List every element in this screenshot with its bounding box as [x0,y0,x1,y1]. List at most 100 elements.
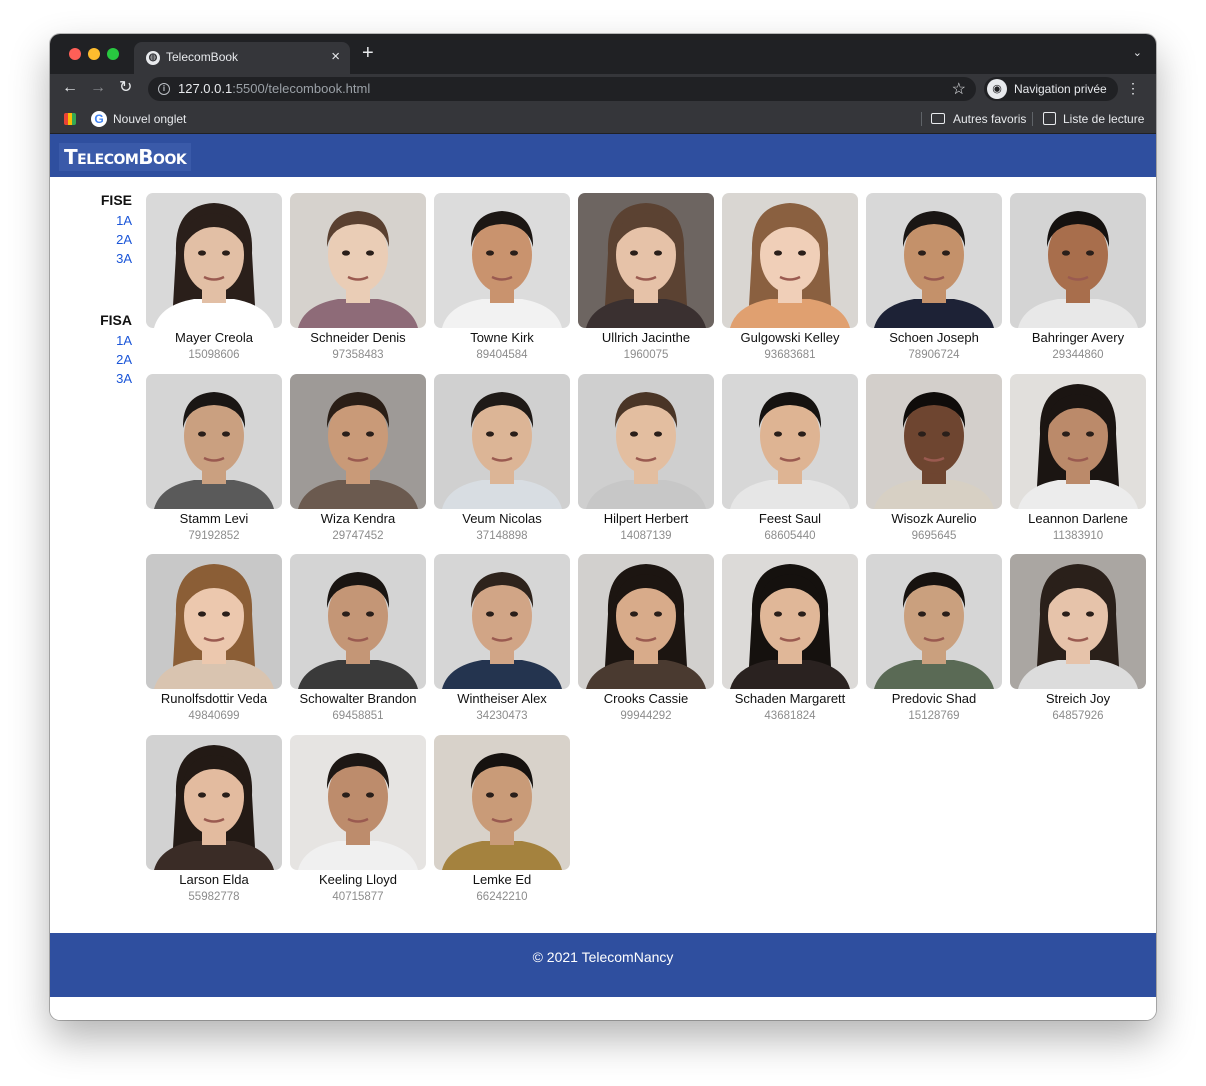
student-photo[interactable] [722,193,858,328]
student-card[interactable]: Stamm Levi 79192852 [146,373,282,554]
portrait-photo [722,554,858,690]
student-photo[interactable] [290,735,426,871]
student-card[interactable]: Schneider Denis 97358483 [290,193,426,373]
student-card[interactable]: Schaden Margarett 43681824 [722,554,858,734]
student-card[interactable]: Lemke Ed 66242210 [434,735,570,915]
profile-label: Navigation privée [1014,82,1107,96]
url-path: :5500/telecombook.html [232,81,371,96]
student-card[interactable]: Bahringer Avery 29344860 [1010,193,1146,373]
active-tab[interactable]: ◍ TelecomBook × [134,42,350,74]
student-card[interactable]: Veum Nicolas 37148898 [434,373,570,554]
bookmark-other[interactable]: Autres favoris [953,112,1026,126]
student-id: 55982778 [188,891,240,904]
student-photo[interactable] [434,193,570,328]
sidebar-link-fise-3a[interactable]: 3A [116,251,132,266]
star-icon[interactable]: ☆ [952,79,966,99]
student-photo[interactable] [146,735,282,871]
student-photo[interactable] [290,554,426,690]
portrait-photo [434,735,570,871]
student-photo[interactable] [434,373,570,509]
more-menu-icon[interactable]: ⋮ [1126,80,1140,96]
student-photo[interactable] [866,193,1002,328]
student-name: Schaden Margarett [734,691,846,707]
sidebar-link-fisa-3a[interactable]: 3A [116,371,132,386]
student-card[interactable]: Predovic Shad 15128769 [866,554,1002,734]
student-card[interactable]: Towne Kirk 89404584 [434,193,570,373]
back-arrow-icon[interactable]: ← [62,79,78,97]
student-card[interactable]: Schoen Joseph 78906724 [866,193,1002,373]
student-photo[interactable] [578,193,714,328]
sidebar-link-fisa-1a[interactable]: 1A [116,333,132,348]
student-card[interactable]: Wintheiser Alex 34230473 [434,554,570,734]
student-id: 79192852 [188,529,240,542]
forward-arrow-icon[interactable]: → [90,79,106,97]
student-photo[interactable] [722,373,858,509]
globe-icon: ◍ [146,51,160,65]
sidebar-link-fise-1a[interactable]: 1A [116,213,132,228]
new-tab-button[interactable]: + [362,43,374,63]
student-card[interactable]: Mayer Creola 15098606 [146,193,282,373]
close-icon[interactable]: × [331,48,340,65]
student-name: Bahringer Avery [1031,330,1125,345]
student-card[interactable]: Hilpert Herbert 14087139 [578,373,714,554]
student-photo[interactable] [1010,373,1146,509]
student-card[interactable]: Gulgowski Kelley 93683681 [722,193,858,373]
reload-icon[interactable]: ↻ [119,79,132,97]
bookmarks-bar: G Nouvel onglet Autres favoris Liste de … [50,104,1156,134]
student-photo[interactable] [434,735,570,871]
portrait-photo [722,193,858,328]
site-header: TelecomBook [50,134,1156,177]
student-photo[interactable] [434,554,570,690]
student-card[interactable]: Wisozk Aurelio 9695645 [866,373,1002,554]
bookmark-new-tab[interactable]: Nouvel onglet [113,112,186,126]
incognito-profile-button[interactable]: ◉ Navigation privée [984,77,1118,101]
student-photo[interactable] [722,554,858,690]
portrait-photo [866,193,1002,328]
student-photo[interactable] [1010,193,1146,328]
sidebar-group-title: FISA [100,312,132,328]
student-photo[interactable] [146,373,282,509]
student-photo[interactable] [866,373,1002,509]
student-photo[interactable] [290,373,426,509]
student-name: Predovic Shad [891,691,977,707]
portrait-photo [578,554,714,690]
student-photo[interactable] [290,193,426,328]
url-text: 127.0.0.1:5500/telecombook.html [178,81,370,96]
close-window-button[interactable] [69,48,81,60]
student-id: 15128769 [908,710,960,723]
bookmark-reading-list[interactable]: Liste de lecture [1063,112,1144,126]
student-id: 64857926 [1052,710,1104,723]
address-bar[interactable]: i 127.0.0.1:5500/telecombook.html ☆ [148,77,976,101]
student-card[interactable]: Feest Saul 68605440 [722,373,858,554]
student-photo[interactable] [578,373,714,509]
student-card[interactable]: Schowalter Brandon 69458851 [290,554,426,734]
student-card[interactable]: Crooks Cassie 99944292 [578,554,714,734]
student-id: 68605440 [764,529,816,542]
student-card[interactable]: Keeling Lloyd 40715877 [290,735,426,915]
maximize-window-button[interactable] [107,48,119,60]
portrait-photo [146,554,282,690]
student-photo[interactable] [1010,554,1146,690]
student-name: Mayer Creola [174,330,254,345]
student-photo[interactable] [146,554,282,690]
info-icon[interactable]: i [158,83,170,95]
minimize-window-button[interactable] [88,48,100,60]
url-host: 127.0.0.1 [178,81,233,96]
student-card[interactable]: Streich Joy 64857926 [1010,554,1146,734]
student-card[interactable]: Leannon Darlene 11383910 [1010,373,1146,554]
student-card[interactable]: Ullrich Jacinthe 1960075 [578,193,714,373]
student-photo[interactable] [578,554,714,690]
student-card[interactable]: Wiza Kendra 29747452 [290,373,426,554]
student-photo[interactable] [866,554,1002,690]
site-logo[interactable]: TelecomBook [59,143,192,171]
student-card[interactable]: Runolfsdottir Veda 49840699 [146,554,282,734]
sidebar-link-fise-2a[interactable]: 2A [116,232,132,247]
apps-icon[interactable] [64,113,76,125]
student-photo[interactable] [146,193,282,328]
student-id: 99944292 [620,710,672,723]
student-id: 89404584 [476,349,528,361]
chevron-down-icon[interactable]: ⌄ [1133,46,1142,59]
student-card[interactable]: Larson Elda 55982778 [146,735,282,915]
sidebar-link-fisa-2a[interactable]: 2A [116,352,132,367]
folder-icon [931,113,945,124]
